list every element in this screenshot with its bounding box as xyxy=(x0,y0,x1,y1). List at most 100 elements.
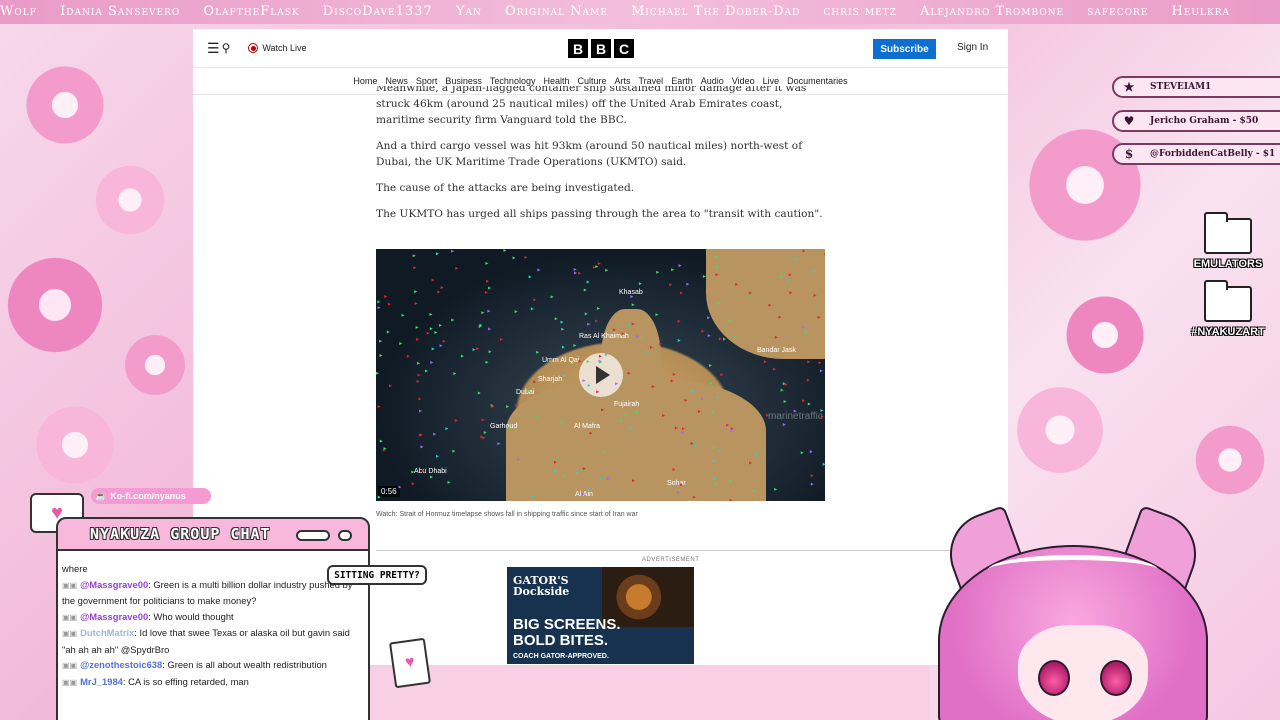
nav-business[interactable]: Business xyxy=(445,76,482,86)
ship-marker xyxy=(686,282,690,286)
ship-marker xyxy=(595,265,599,269)
ship-marker xyxy=(437,290,441,294)
ship-marker xyxy=(713,446,717,450)
ship-marker xyxy=(708,363,712,367)
ship-marker xyxy=(726,423,730,427)
ship-marker xyxy=(416,379,420,383)
bbc-logo[interactable]: B B C xyxy=(568,39,634,58)
ship-marker xyxy=(729,498,733,501)
ship-marker xyxy=(806,378,810,382)
nav-health[interactable]: Health xyxy=(543,76,569,86)
ship-marker xyxy=(656,270,660,274)
ship-marker xyxy=(401,313,405,317)
ship-marker xyxy=(477,391,481,395)
divider xyxy=(376,550,956,551)
ship-marker xyxy=(417,361,421,365)
ship-marker xyxy=(430,475,434,479)
ship-marker xyxy=(578,359,582,363)
ship-marker xyxy=(587,322,591,326)
ship-marker xyxy=(615,382,619,386)
video-player[interactable]: Khasab Ras Al Khaimah Umm Al Qai Dubai S… xyxy=(376,249,825,501)
ship-marker xyxy=(763,360,767,364)
nav-news[interactable]: News xyxy=(385,76,408,86)
ship-marker xyxy=(595,319,599,323)
subscribe-button[interactable]: Subscribe xyxy=(873,39,936,59)
ship-marker xyxy=(586,360,590,364)
ship-marker xyxy=(612,328,616,332)
badge-icon: ▣▣ xyxy=(62,580,78,590)
ship-marker xyxy=(627,371,631,375)
chat-header: NYAKUZA GROUP CHAT xyxy=(56,517,370,551)
speech-bubble: SITTING PRETTY? xyxy=(327,565,427,585)
ship-marker xyxy=(384,295,388,299)
ship-marker xyxy=(800,451,804,455)
ship-marker xyxy=(599,477,603,481)
ship-marker xyxy=(589,431,593,435)
ticker-item: chris metz xyxy=(823,4,897,19)
nav-home[interactable]: Home xyxy=(353,76,377,86)
ship-marker xyxy=(460,354,464,358)
ship-marker xyxy=(488,286,492,290)
nav-video[interactable]: Video xyxy=(732,76,755,86)
nav-audio[interactable]: Audio xyxy=(701,76,724,86)
watch-live-link[interactable]: Watch Live xyxy=(248,43,307,53)
ship-marker xyxy=(701,397,705,401)
menu-search-button[interactable]: ☰ ⚲ xyxy=(207,40,230,57)
ship-marker xyxy=(820,415,824,419)
ship-marker xyxy=(691,389,695,393)
ship-marker xyxy=(713,477,717,481)
nav-documentaries[interactable]: Documentaries xyxy=(787,76,848,86)
ship-marker xyxy=(442,339,446,343)
ship-marker xyxy=(506,405,510,409)
ship-marker xyxy=(755,452,759,456)
ticker-item: Wolf xyxy=(0,4,37,19)
ship-marker xyxy=(674,426,678,430)
ship-marker xyxy=(399,341,403,345)
ship-marker xyxy=(379,339,383,343)
advertisement-banner[interactable]: GATOR'S Dockside BIG SCREENS. BOLD BITES… xyxy=(507,567,694,664)
chat-window-control xyxy=(296,530,330,541)
ship-marker xyxy=(679,291,683,295)
emulators-folder[interactable]: EMULATORS xyxy=(1183,212,1273,270)
ship-marker xyxy=(596,390,600,394)
article-body: Meanwhile, a Japan-flagged container shi… xyxy=(376,86,828,232)
ship-marker xyxy=(581,492,585,496)
ship-marker xyxy=(780,275,784,279)
ship-marker xyxy=(554,469,558,473)
ship-marker xyxy=(488,350,492,354)
ticker-item: Original Name xyxy=(505,4,608,19)
sign-in-link[interactable]: Sign In xyxy=(957,42,988,53)
folder-icon xyxy=(1204,212,1252,254)
folder-label: #NYAKUZART xyxy=(1191,326,1265,338)
ship-marker xyxy=(794,257,798,261)
kofi-link[interactable]: ☕ Ko-fi.com/nyanus xyxy=(91,488,211,504)
ship-marker xyxy=(411,470,415,474)
nav-culture[interactable]: Culture xyxy=(577,76,606,86)
badge-icon: ▣▣ xyxy=(62,677,78,687)
ship-marker xyxy=(702,275,706,279)
nyakuzart-folder[interactable]: #NYAKUZART xyxy=(1183,280,1273,338)
ship-marker xyxy=(670,379,674,383)
donor-ticker: Wolf Idania Sansevero OlaftheFlask Disco… xyxy=(0,0,1280,24)
chat-text: : CA is so effing retarded, man xyxy=(122,675,249,687)
ship-marker xyxy=(452,449,456,453)
ticker-item: DiscoDave1337 xyxy=(322,4,433,19)
menu-icon: ☰ xyxy=(207,39,220,56)
nav-arts[interactable]: Arts xyxy=(615,76,631,86)
nav-sport[interactable]: Sport xyxy=(416,76,438,86)
donor-badge: ♥ Jericho Graham - $50 xyxy=(1112,110,1280,132)
nav-live[interactable]: Live xyxy=(763,76,780,86)
chat-username: @zenothestoic638 xyxy=(80,659,163,670)
ship-marker xyxy=(455,266,459,270)
ship-marker xyxy=(720,373,724,377)
article-paragraph-clipped: Meanwhile, a Japan-flagged container shi… xyxy=(376,86,828,128)
nav-earth[interactable]: Earth xyxy=(671,76,693,86)
nav-travel[interactable]: Travel xyxy=(639,76,664,86)
ship-marker xyxy=(772,367,776,371)
ship-marker xyxy=(573,268,577,272)
ship-marker xyxy=(481,311,485,315)
article-paragraph: And a third cargo vessel was hit 93km (a… xyxy=(376,140,803,168)
nav-technology[interactable]: Technology xyxy=(490,76,536,86)
ship-marker xyxy=(530,307,534,311)
donor-label: STEVEIAM1 xyxy=(1150,82,1212,92)
